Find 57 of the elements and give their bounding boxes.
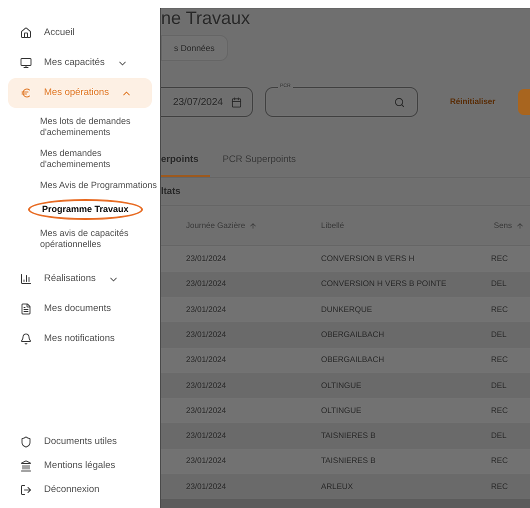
logout-icon	[20, 484, 32, 496]
monitor-icon	[20, 57, 32, 69]
table-cell-text: TAISNIERES B	[321, 430, 377, 442]
nav-item[interactable]: Accueil	[8, 18, 152, 48]
table-cell-text: DEL	[491, 430, 508, 442]
table-cell-text: 23/01/2024	[185, 253, 228, 266]
table-cell-text: REC	[491, 404, 509, 417]
table-cell-text: REC	[491, 455, 509, 468]
table-cell-text: DEL	[491, 278, 508, 290]
table-cell-text: REC	[491, 304, 509, 316]
page-title: ne Travaux	[161, 8, 252, 27]
table-cell-text: DUNKERQUE	[321, 304, 374, 316]
table-cell-text: TAISNIERES B	[321, 455, 377, 468]
table-cell-text: 23/01/2024	[185, 404, 228, 417]
table-cell-text: 23/01/2024	[185, 354, 228, 366]
table-cell-text: 23/01/2024	[185, 328, 228, 341]
submenu-item[interactable]: Mes demandes d'acheminements	[40, 146, 160, 172]
bell-icon	[20, 333, 32, 345]
table-cell-text: OLTINGUE	[321, 404, 362, 417]
table-cell-text: CONVERSION H VERS B POINTE	[321, 278, 448, 290]
search-icon	[394, 96, 405, 108]
table-cell-text: 23/01/2024	[185, 380, 228, 392]
submenu-item[interactable]: Programme Travaux	[28, 199, 143, 220]
table-cell-text: 23/01/2024	[185, 430, 228, 442]
action-button[interactable]	[518, 89, 530, 116]
submenu-item[interactable]: Mes lots de demandes d'acheminements	[40, 114, 160, 140]
nav-item[interactable]: Mes capacités	[8, 48, 152, 78]
table-cell-text: 23/01/2024	[185, 278, 228, 290]
submenu-item[interactable]: Mes avis de capacités opérationnelles	[40, 226, 160, 252]
table-cell-text: DEL	[491, 380, 508, 392]
calendar-icon	[231, 96, 242, 108]
footer-link[interactable]: Déconnexion	[8, 480, 152, 500]
submenu-item[interactable]: Mes Avis de Programmations	[40, 178, 157, 193]
nav-item[interactable]: Mes documents	[8, 294, 152, 324]
table-cell-text: 23/01/2024	[185, 480, 228, 493]
nav-item[interactable]: Mes notifications	[8, 324, 152, 354]
shield-icon	[20, 436, 32, 448]
nav-item[interactable]: Réalisations	[8, 264, 152, 294]
euro-icon	[20, 87, 32, 99]
bank-icon	[20, 460, 32, 472]
footer-link[interactable]: Mentions légales	[8, 456, 152, 476]
table-cell-text: 23/01/2024	[185, 304, 228, 316]
table-cell-text: OLTINGUE	[321, 380, 362, 392]
home-icon	[20, 27, 32, 39]
table-cell-text: REC	[491, 480, 509, 493]
footer-link[interactable]: Documents utiles	[8, 432, 152, 452]
document-icon	[20, 303, 32, 315]
table-cell-text: REC	[491, 253, 509, 266]
bar-chart-icon	[20, 273, 32, 285]
table-cell-text: ARLEUX	[321, 480, 354, 493]
results-label: ltats	[161, 178, 530, 206]
table-cell-text: OBERGAILBACH	[321, 354, 386, 366]
table-cell-text: CONVERSION B VERS H	[321, 253, 416, 266]
table-cell-text: REC	[491, 354, 509, 366]
table-cell-text: OBERGAILBACH	[321, 328, 386, 341]
table-cell-text: DEL	[491, 328, 508, 341]
table-cell-text: 23/01/2024	[185, 455, 228, 468]
